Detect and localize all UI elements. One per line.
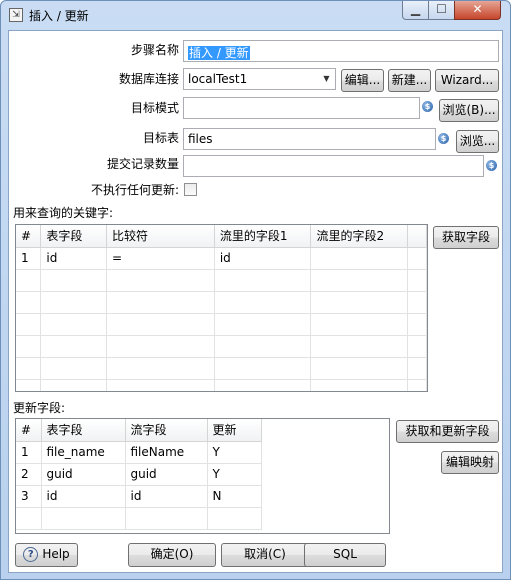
- db-connection-select[interactable]: localTest1 ▼: [183, 68, 336, 90]
- no-update-label: 不执行任何更新:: [90, 183, 179, 197]
- table-row: [16, 313, 427, 336]
- target-schema-label: 目标模式: [130, 101, 179, 115]
- column-header[interactable]: 表字段: [40, 225, 108, 248]
- table-row[interactable]: 1 file_name fileName Y: [16, 441, 262, 464]
- table-cell[interactable]: =: [106, 247, 215, 270]
- edit-mapping-button[interactable]: 编辑映射: [441, 451, 499, 474]
- table-cell[interactable]: Y: [207, 441, 262, 464]
- step-name-value: 插入 / 更新: [188, 46, 250, 60]
- table-header-row: # 表字段 比较符 流里的字段1 流里的字段2: [16, 225, 427, 248]
- db-connection-label: 数据库连接: [118, 72, 179, 86]
- help-button[interactable]: ? Help: [15, 543, 78, 567]
- step-name-input[interactable]: 插入 / 更新: [183, 40, 499, 62]
- no-update-checkbox[interactable]: [184, 183, 197, 196]
- table-row[interactable]: 2 guid guid Y: [16, 463, 262, 486]
- table-cell[interactable]: id: [214, 247, 312, 270]
- variable-dollar-icon: $: [486, 160, 497, 171]
- edit-connection-button[interactable]: 编辑...: [341, 69, 384, 92]
- dialog-body: 步骤名称 插入 / 更新 数据库连接 localTest1 ▼ 编辑... 新建…: [8, 30, 503, 573]
- wizard-button[interactable]: Wizard...: [435, 69, 499, 92]
- table-cell[interactable]: id: [40, 247, 108, 270]
- chevron-down-icon[interactable]: ▼: [318, 69, 335, 89]
- table-cell[interactable]: guid: [125, 463, 208, 486]
- step-name-label: 步骤名称: [130, 43, 179, 57]
- table-cell[interactable]: id: [125, 485, 208, 508]
- maximize-button[interactable]: ☐: [428, 1, 455, 20]
- column-header[interactable]: 比较符: [106, 225, 215, 248]
- help-button-label: Help: [42, 547, 70, 561]
- target-table-input[interactable]: files: [183, 128, 436, 150]
- browse-schema-button[interactable]: 浏览(B)...: [439, 99, 499, 122]
- variable-dollar-icon: $: [422, 101, 433, 112]
- db-connection-value: localTest1: [188, 72, 248, 86]
- get-update-fields-button[interactable]: 获取和更新字段: [396, 420, 499, 443]
- ok-button[interactable]: 确定(O): [128, 543, 216, 567]
- table-cell[interactable]: Y: [207, 463, 262, 486]
- table-header-row: # 表字段 流字段 更新: [16, 419, 262, 442]
- table-row: [16, 507, 262, 530]
- row-number: 3: [16, 485, 42, 508]
- table-row: [16, 379, 427, 391]
- update-fields-table[interactable]: # 表字段 流字段 更新 1 file_name fileName Y 2 gu…: [15, 418, 390, 534]
- get-fields-button[interactable]: 获取字段: [433, 226, 499, 249]
- update-fields-label: 更新字段:: [13, 401, 66, 415]
- table-row: [16, 335, 427, 358]
- question-circle-icon: ?: [23, 547, 39, 562]
- table-cell[interactable]: file_name: [41, 441, 126, 464]
- sql-button[interactable]: SQL: [304, 543, 386, 567]
- title-bar: ⇲ 插入 / 更新 ▁ ☐ ✕: [1, 1, 510, 29]
- browse-table-button[interactable]: 浏览...: [456, 130, 499, 153]
- minimize-button[interactable]: ▁: [402, 1, 429, 20]
- column-header[interactable]: 更新: [207, 419, 262, 442]
- table-row: [16, 291, 427, 314]
- table-cell: [407, 247, 427, 270]
- table-cell[interactable]: [310, 247, 409, 270]
- table-cell[interactable]: guid: [41, 463, 126, 486]
- new-connection-button[interactable]: 新建...: [388, 69, 431, 92]
- commit-size-label: 提交记录数量: [106, 157, 179, 171]
- target-schema-input[interactable]: [183, 97, 420, 119]
- table-row: [16, 269, 427, 292]
- cancel-button[interactable]: 取消(C): [221, 543, 309, 567]
- row-number: 2: [16, 463, 42, 486]
- variable-dollar-icon: $: [438, 133, 449, 144]
- window-title: 插入 / 更新: [29, 9, 89, 23]
- table-cell[interactable]: N: [207, 485, 262, 508]
- column-header: [407, 225, 427, 248]
- table-cell[interactable]: fileName: [125, 441, 208, 464]
- row-number: 1: [16, 441, 42, 464]
- table-cell[interactable]: id: [41, 485, 126, 508]
- close-button[interactable]: ✕: [454, 1, 501, 20]
- table-row: [16, 357, 427, 380]
- column-header[interactable]: 表字段: [41, 419, 126, 442]
- column-header[interactable]: #: [16, 419, 42, 442]
- key-lookup-table[interactable]: # 表字段 比较符 流里的字段1 流里的字段2 1 id = id: [15, 224, 428, 392]
- dialog-window: ⇲ 插入 / 更新 ▁ ☐ ✕ 步骤名称 插入 / 更新 数据库连接 local…: [0, 0, 511, 580]
- column-header[interactable]: 流里的字段1: [214, 225, 312, 248]
- key-lookup-label: 用来查询的关键字:: [13, 206, 114, 220]
- column-header[interactable]: 流里的字段2: [310, 225, 409, 248]
- app-icon: ⇲: [9, 8, 23, 22]
- table-row[interactable]: 1 id = id: [16, 247, 427, 270]
- commit-size-input[interactable]: [183, 155, 484, 177]
- column-header[interactable]: #: [16, 225, 42, 248]
- target-table-label: 目标表: [142, 131, 179, 145]
- row-number: 1: [16, 247, 42, 270]
- column-header[interactable]: 流字段: [125, 419, 208, 442]
- table-row[interactable]: 3 id id N: [16, 485, 262, 508]
